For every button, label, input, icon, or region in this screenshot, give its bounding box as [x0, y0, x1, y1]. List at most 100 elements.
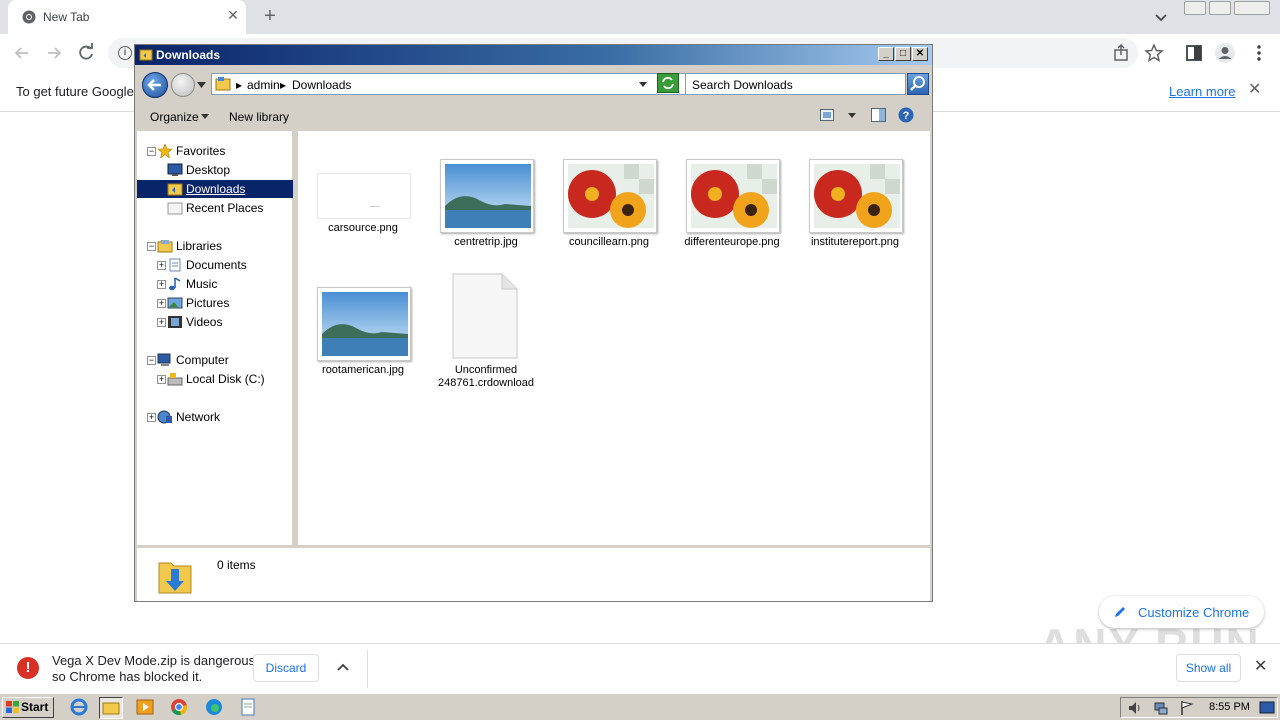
show-all-button[interactable]: Show all [1176, 654, 1241, 682]
infobar-close-icon[interactable]: ✕ [1248, 82, 1264, 98]
document-file-icon [452, 273, 518, 359]
internet-explorer-icon[interactable] [68, 697, 92, 719]
breadcrumb-downloads[interactable]: Downloads [292, 78, 351, 92]
edge-icon[interactable] [203, 697, 227, 719]
show-desktop-icon[interactable] [1259, 701, 1275, 715]
tree-favorites[interactable]: Favorites [176, 142, 225, 160]
breadcrumb-separator-icon[interactable]: ▸ [236, 78, 242, 92]
collapse-favorites-icon[interactable]: − [147, 147, 156, 156]
explorer-maximize-button[interactable]: □ [895, 47, 911, 61]
documents-icon [169, 258, 181, 272]
explorer-close-button[interactable]: ✕ [912, 47, 928, 61]
local-disk-icon [167, 373, 183, 386]
search-placeholder: Search Downloads [692, 78, 793, 92]
taskbar: Start 8:55 PM [0, 693, 1280, 720]
breadcrumb-separator-icon[interactable]: ▸ [280, 78, 286, 92]
tree-recent-places[interactable]: Recent Places [186, 199, 263, 217]
download-bar-close-icon[interactable]: ✕ [1254, 659, 1270, 675]
tree-network[interactable]: Network [176, 408, 220, 426]
tree-videos[interactable]: Videos [186, 313, 222, 331]
details-pane: 0 items [137, 548, 930, 601]
expand-videos-icon[interactable]: + [157, 318, 166, 327]
explorer-title: Downloads [156, 48, 221, 62]
file-name: rootamerican.jpg [322, 364, 404, 376]
close-window-button[interactable] [1234, 1, 1270, 15]
refresh-button[interactable] [657, 73, 679, 93]
explorer-back-button[interactable] [142, 72, 168, 98]
file-list: carsource.png centretrip.jpg councillear… [298, 131, 930, 545]
history-dropdown-icon[interactable] [197, 82, 206, 88]
volume-icon[interactable] [1127, 700, 1143, 716]
tab-close-icon[interactable]: ✕ [225, 7, 241, 23]
tree-local-disk[interactable]: Local Disk (C:) [186, 370, 265, 388]
tree-desktop[interactable]: Desktop [186, 161, 230, 179]
side-panel-icon[interactable] [1183, 42, 1205, 64]
tab-new-tab[interactable]: New Tab ✕ [8, 0, 246, 34]
help-icon[interactable]: ? [898, 107, 914, 123]
expand-network-icon[interactable]: + [147, 413, 156, 422]
share-icon[interactable] [1111, 42, 1133, 64]
restore-button[interactable] [1209, 1, 1231, 15]
tree-documents[interactable]: Documents [186, 256, 247, 274]
new-tab-button[interactable]: + [260, 6, 280, 26]
tree-pictures[interactable]: Pictures [186, 294, 229, 312]
expand-pictures-icon[interactable]: + [157, 299, 166, 308]
forward-arrow-icon[interactable] [43, 42, 65, 64]
change-view-icon[interactable] [820, 109, 834, 121]
downloads-folder-large-icon [158, 562, 192, 594]
bookmark-star-icon[interactable] [1143, 42, 1165, 64]
network-tray-icon[interactable] [1153, 700, 1169, 716]
expand-documents-icon[interactable]: + [157, 261, 166, 270]
desktop-icon [167, 163, 183, 176]
organize-dropdown-icon[interactable] [201, 114, 209, 119]
chrome-taskbar-icon[interactable] [168, 697, 192, 719]
explorer-titlebar[interactable]: Downloads _ □ ✕ [135, 45, 932, 65]
customize-chrome-button[interactable]: Customize Chrome [1099, 596, 1264, 628]
explorer-forward-button[interactable] [171, 73, 195, 97]
explorer-taskbar-icon[interactable] [99, 697, 123, 719]
clock: 8:55 PM [1209, 701, 1250, 713]
collapse-computer-icon[interactable]: − [147, 356, 156, 365]
organize-menu[interactable]: Organize [150, 110, 199, 124]
network-icon [157, 410, 172, 424]
reload-icon[interactable] [75, 42, 97, 64]
start-label: Start [21, 700, 49, 714]
preview-pane-icon[interactable] [871, 108, 886, 122]
view-dropdown-icon[interactable] [848, 113, 856, 118]
search-downloads-input[interactable]: Search Downloads [685, 73, 906, 95]
computer-icon [157, 353, 171, 366]
flag-icon[interactable] [1179, 700, 1195, 716]
expand-local-disk-icon[interactable]: + [157, 375, 166, 384]
flowers-image-thumbnail [686, 159, 780, 233]
tree-computer[interactable]: Computer [176, 351, 229, 369]
chevron-down-icon[interactable] [1152, 8, 1170, 26]
chevron-up-icon[interactable] [335, 659, 351, 675]
folder-icon [215, 77, 231, 91]
media-player-icon[interactable] [134, 697, 158, 719]
landscape-image-thumbnail [440, 159, 534, 233]
back-arrow-icon[interactable] [11, 42, 33, 64]
explorer-minimize-button[interactable]: _ [878, 47, 894, 61]
folder-download-icon [139, 49, 153, 61]
learn-more-link[interactable]: Learn more [1169, 84, 1235, 99]
profile-icon[interactable] [1214, 42, 1236, 64]
tree-libraries[interactable]: Libraries [176, 237, 222, 255]
expand-music-icon[interactable]: + [157, 280, 166, 289]
menu-dots-icon[interactable] [1248, 42, 1270, 64]
tree-downloads[interactable]: Downloads [184, 180, 248, 198]
minimize-button[interactable] [1184, 1, 1206, 15]
start-button[interactable]: Start [2, 697, 54, 718]
search-button[interactable] [907, 73, 929, 95]
tab-title: New Tab [43, 10, 90, 24]
download-message-line2: so Chrome has blocked it. [52, 669, 203, 684]
new-library-button[interactable]: New library [229, 110, 289, 124]
address-dropdown-icon[interactable] [639, 82, 647, 87]
discard-button[interactable]: Discard [253, 654, 319, 682]
tree-music[interactable]: Music [186, 275, 217, 293]
breadcrumb-admin[interactable]: admin [247, 78, 280, 92]
notepad-icon[interactable] [237, 697, 261, 719]
file-name: differenteurope.png [684, 236, 780, 248]
info-icon[interactable]: i [118, 46, 132, 60]
collapse-libraries-icon[interactable]: − [147, 242, 156, 251]
left-arrow-icon [147, 79, 161, 91]
